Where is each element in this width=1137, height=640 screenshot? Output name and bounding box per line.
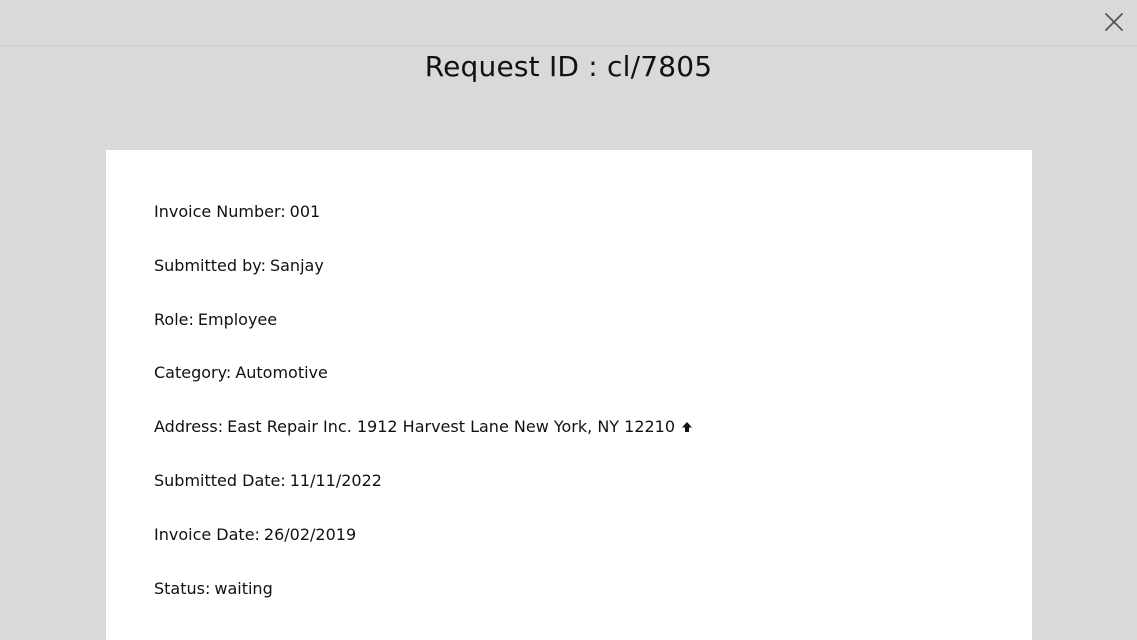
category-value: Automotive — [235, 363, 328, 382]
invoice-date-value: 26/02/2019 — [263, 525, 357, 544]
submitted-by-row: Submitted by: Sanjay — [154, 255, 324, 277]
submitted-date-label: Submitted Date: — [154, 471, 286, 490]
invoice-date-row: Invoice Date: 26/02/2019 — [154, 524, 356, 546]
submitted-by-value: Sanjay — [269, 256, 324, 275]
address-row: Address: East Repair Inc. 1912 Harvest La… — [154, 416, 693, 438]
close-button[interactable] — [1103, 11, 1125, 33]
invoice-date-label: Invoice Date: — [154, 525, 260, 544]
invoice-number-value: 001 — [289, 202, 321, 221]
close-icon[interactable] — [1103, 11, 1125, 33]
modal-header-bar — [0, 0, 1137, 46]
arrow-up-icon[interactable] — [681, 417, 693, 432]
request-details-card: Invoice Number: 001 Submitted by: Sanjay R… — [106, 150, 1032, 640]
category-label: Category: — [154, 363, 232, 382]
status-label: Status: — [154, 579, 211, 598]
submitted-date-value: 11/11/2022 — [289, 471, 382, 490]
role-row: Role: Employee — [154, 309, 277, 331]
invoice-number-label: Invoice Number: — [154, 202, 286, 221]
status-value: waiting — [214, 579, 273, 598]
invoice-number-row: Invoice Number: 001 — [154, 201, 320, 223]
role-value: Employee — [197, 310, 278, 329]
category-row: Category: Automotive — [154, 362, 328, 384]
address-value: East Repair Inc. 1912 Harvest Lane New Y… — [227, 417, 676, 436]
address-label: Address: — [154, 417, 224, 436]
submitted-date-row: Submitted Date: 11/11/2022 — [154, 470, 382, 492]
role-label: Role: — [154, 310, 194, 329]
status-row: Status: waiting — [154, 578, 273, 600]
submitted-by-label: Submitted by: — [154, 256, 266, 275]
page-title: Request ID : cl/7805 — [424, 50, 713, 83]
